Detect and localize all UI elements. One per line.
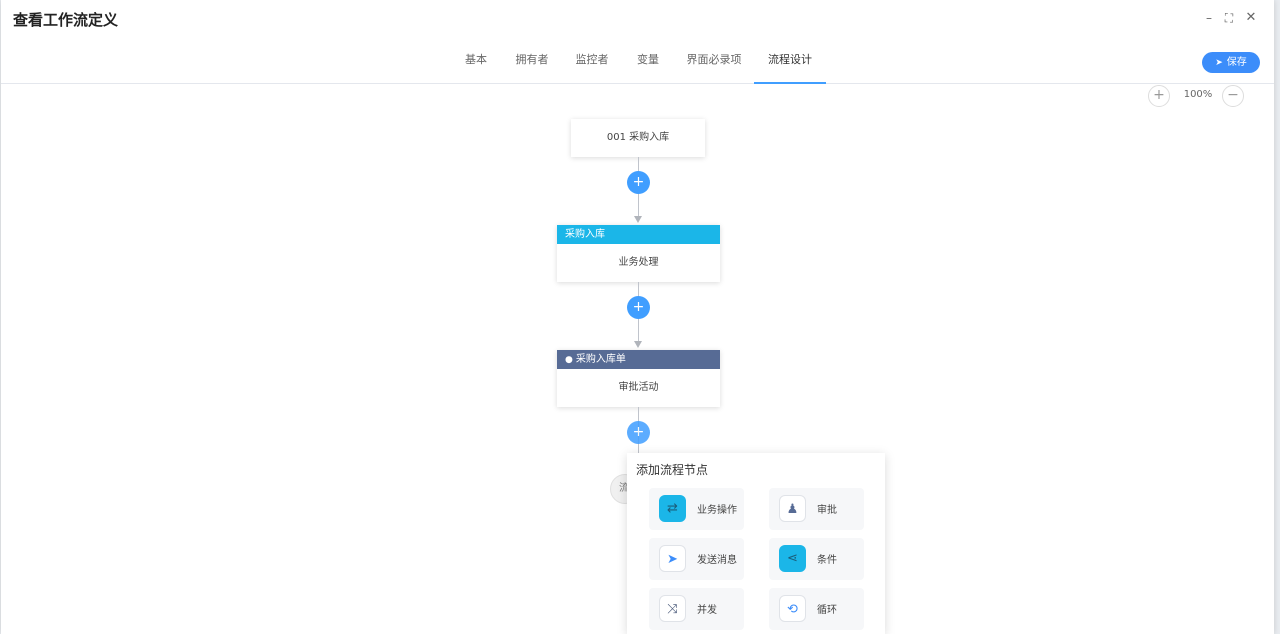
option-business-operation[interactable]: ⇄ 业务操作: [649, 488, 744, 530]
option-label: 业务操作: [697, 505, 737, 516]
loop-icon: ⟲: [779, 595, 806, 622]
business-node-header: 采购入库: [557, 225, 720, 244]
add-node-button[interactable]: +: [627, 421, 650, 444]
option-condition[interactable]: ⋖ 条件: [769, 538, 864, 580]
approval-node-body: 审批活动: [618, 382, 659, 393]
business-node-body: 业务处理: [618, 257, 659, 268]
start-node[interactable]: 001 采购入库: [571, 119, 705, 157]
exchange-icon: ⇄: [659, 495, 686, 522]
approval-node[interactable]: ● 采购入库单 审批活动: [557, 350, 720, 407]
option-label: 循环: [817, 605, 837, 616]
shuffle-icon: ⤨: [659, 595, 686, 622]
tab-basic[interactable]: 基本: [458, 38, 494, 84]
option-label: 条件: [817, 555, 837, 566]
option-label: 并发: [697, 605, 717, 616]
option-label: 审批: [817, 505, 837, 516]
option-loop[interactable]: ⟲ 循环: [769, 588, 864, 630]
workflow-definition-dialog: 查看工作流定义 – ⛶ ✕ 基本 拥有者 监控者 变量 界面必录项 流程设计 ➤…: [1, 0, 1274, 634]
send-icon: ➤: [1215, 58, 1223, 68]
title-bar: 查看工作流定义 – ⛶ ✕: [1, 0, 1274, 38]
option-parallel[interactable]: ⤨ 并发: [649, 588, 744, 630]
start-node-label: 001 采购入库: [606, 132, 670, 143]
zoom-level: 100%: [1183, 89, 1213, 100]
approval-node-header: ● 采购入库单: [557, 350, 720, 369]
tab-required-fields[interactable]: 界面必录项: [681, 38, 747, 84]
tab-monitors[interactable]: 监控者: [569, 38, 615, 84]
dialog-title: 查看工作流定义: [13, 11, 119, 29]
save-button-label: 保存: [1226, 57, 1247, 68]
add-node-popover: 添加流程节点 ⇄ 业务操作 ♟ 审批 ➤ 发送消息 ⋖ 条件 ⤨ 并发 ⟲ 循环: [627, 453, 885, 634]
tab-owners[interactable]: 拥有者: [509, 38, 555, 84]
connector-arrow: [634, 216, 642, 223]
option-label: 发送消息: [697, 555, 737, 566]
stamp-icon: ♟: [779, 495, 806, 522]
approval-node-title: 采购入库单: [575, 354, 626, 365]
tab-flow-design[interactable]: 流程设计: [754, 38, 826, 84]
tab-variables[interactable]: 变量: [630, 38, 666, 84]
zoom-in-button[interactable]: +: [1148, 85, 1170, 107]
add-node-button[interactable]: +: [627, 171, 650, 194]
option-send-message[interactable]: ➤ 发送消息: [649, 538, 744, 580]
popover-title: 添加流程节点: [636, 463, 709, 477]
option-approval[interactable]: ♟ 审批: [769, 488, 864, 530]
tab-bar: 基本 拥有者 监控者 变量 界面必录项 流程设计: [1, 38, 1274, 84]
zoom-out-button[interactable]: −: [1222, 85, 1244, 107]
add-node-button[interactable]: +: [627, 296, 650, 319]
connector-arrow: [634, 341, 642, 348]
share-icon: ⋖: [779, 545, 806, 572]
minimize-icon[interactable]: –: [1201, 10, 1217, 26]
user-icon: ●: [565, 355, 573, 365]
send-icon: ➤: [659, 545, 686, 572]
save-button[interactable]: ➤ 保存: [1202, 52, 1260, 73]
close-icon[interactable]: ✕: [1243, 10, 1259, 26]
maximize-icon[interactable]: ⛶: [1221, 10, 1237, 26]
business-node[interactable]: 采购入库 业务处理: [557, 225, 720, 282]
